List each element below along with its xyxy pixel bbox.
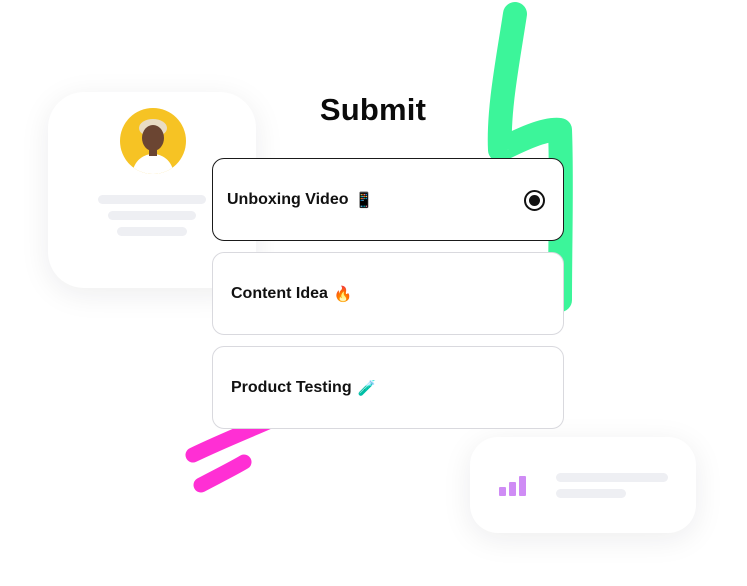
avatar: [120, 108, 186, 174]
option-product-testing[interactable]: Product Testing 🧪: [212, 346, 564, 429]
test-tube-icon: 🧪: [357, 379, 377, 397]
option-label: Content Idea: [231, 284, 328, 302]
submit-illustration: Submit Unboxing Video 📱 Content Idea 🔥 P…: [0, 0, 747, 586]
form-title: Submit: [319, 92, 427, 127]
person-icon: [132, 119, 174, 174]
option-label: Unboxing Video: [227, 190, 349, 208]
skeleton-line: [98, 195, 206, 204]
radio-selected-icon[interactable]: [524, 190, 545, 211]
skeleton-line: [117, 227, 187, 236]
bar-chart-bar: [519, 476, 526, 496]
phone-icon: 📱: [354, 191, 374, 209]
skeleton-line: [556, 473, 668, 482]
bar-chart-bar: [499, 487, 506, 496]
fire-icon: 🔥: [333, 285, 353, 303]
bar-chart-bar: [509, 482, 516, 496]
stats-card: [470, 437, 696, 533]
magenta-stroke-bottom: [193, 454, 252, 493]
option-content-idea[interactable]: Content Idea 🔥: [212, 252, 564, 335]
radio-dot: [529, 195, 540, 206]
skeleton-line: [556, 489, 626, 498]
option-label: Product Testing: [231, 378, 352, 396]
bar-chart-icon: [499, 476, 527, 496]
option-unboxing-video[interactable]: Unboxing Video 📱: [212, 158, 564, 241]
skeleton-line: [108, 211, 196, 220]
